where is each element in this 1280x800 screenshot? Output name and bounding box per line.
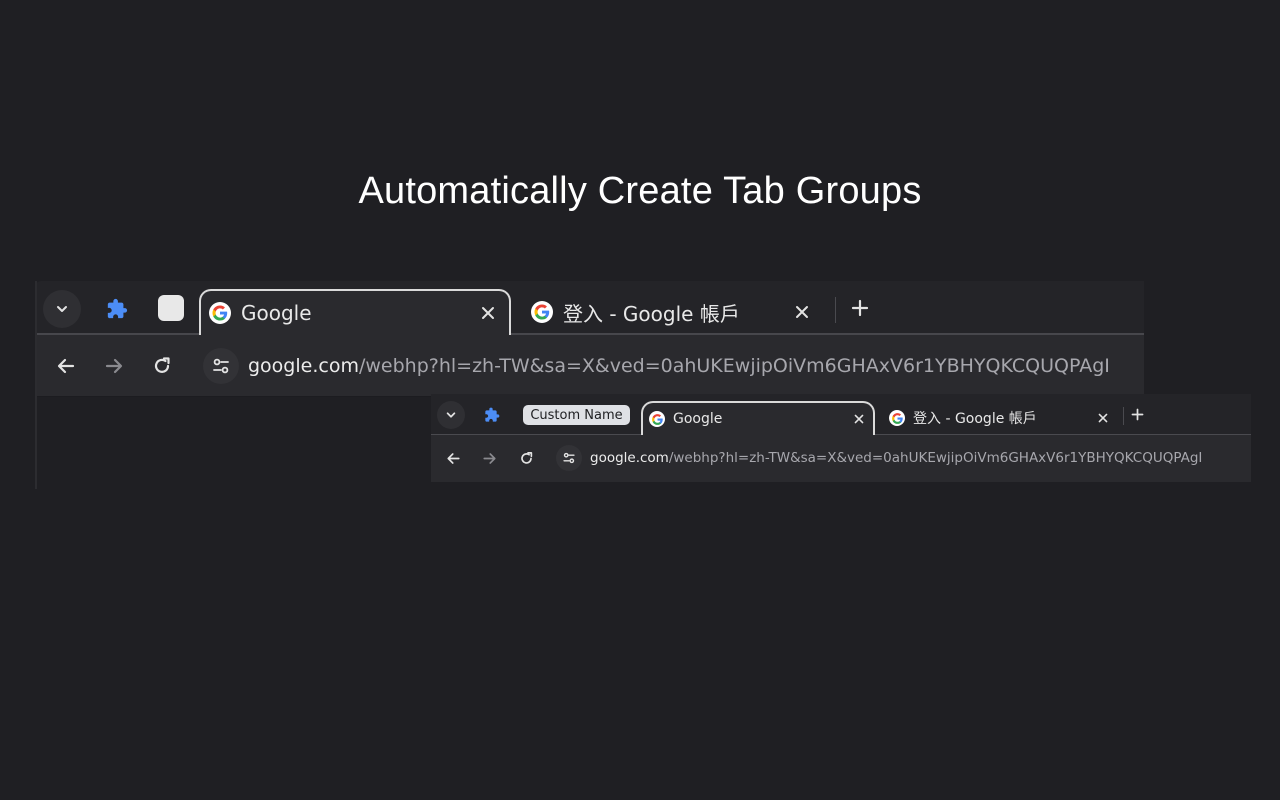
tab-title: Google	[673, 411, 723, 427]
puzzle-piece-icon	[485, 407, 500, 422]
chevron-down-icon	[446, 412, 456, 418]
tab-google[interactable]: Google	[199, 289, 511, 335]
browser-window-after: Custom Name Google 登入 - Google 帳戶 google…	[431, 394, 1251, 482]
reload-icon	[154, 357, 170, 373]
tune-icon	[213, 358, 229, 374]
arrow-right-icon	[482, 452, 496, 464]
back-button[interactable]	[441, 446, 465, 470]
address-bar[interactable]: google.com/webhp?hl=zh-TW&sa=X&ved=0ahUK…	[590, 448, 1240, 468]
google-g-icon	[889, 410, 905, 426]
extensions-button[interactable]	[99, 291, 135, 327]
address-bar[interactable]: google.com/webhp?hl=zh-TW&sa=X&ved=0ahUK…	[248, 352, 1128, 380]
url-host: google.com	[590, 450, 669, 466]
tab-search-button[interactable]	[43, 290, 81, 328]
site-info-button[interactable]	[556, 445, 582, 471]
site-info-button[interactable]	[203, 348, 239, 384]
tab-search-button[interactable]	[437, 401, 465, 429]
tab-title: Google	[241, 301, 312, 325]
reload-button[interactable]	[514, 446, 538, 470]
plus-icon	[1131, 408, 1143, 420]
google-g-icon	[649, 411, 665, 427]
url-host: google.com	[248, 355, 359, 377]
extensions-button[interactable]	[479, 402, 505, 428]
tune-icon	[563, 452, 575, 464]
back-button[interactable]	[49, 349, 83, 383]
tab-title: 登入 - Google 帳戶	[913, 411, 1037, 427]
close-tab-icon[interactable]	[851, 411, 867, 427]
arrow-left-icon	[57, 358, 75, 374]
forward-button[interactable]	[97, 349, 131, 383]
new-tab-button[interactable]	[1125, 402, 1149, 426]
tab-google[interactable]: Google	[641, 401, 875, 435]
arrow-right-icon	[105, 358, 123, 374]
google-g-icon	[531, 301, 553, 323]
chevron-down-icon	[57, 306, 67, 312]
url-path: /webhp?hl=zh-TW&sa=X&ved=0ahUKEwjipOiVm6…	[668, 450, 1203, 466]
tab-group-chip[interactable]	[158, 295, 184, 321]
url-path: /webhp?hl=zh-TW&sa=X&ved=0ahUKEwjipOiVm6…	[358, 355, 1110, 377]
puzzle-piece-icon	[107, 298, 128, 319]
close-tab-icon[interactable]	[791, 301, 813, 323]
google-g-icon	[209, 302, 231, 324]
tab-google-account-signin[interactable]: 登入 - Google 帳戶	[883, 402, 1117, 434]
tab-group-label[interactable]: Custom Name	[523, 405, 630, 425]
arrow-left-icon	[446, 452, 460, 464]
plus-icon	[851, 299, 869, 317]
close-tab-icon[interactable]	[1095, 410, 1111, 426]
reload-icon	[520, 451, 532, 464]
reload-button[interactable]	[145, 349, 179, 383]
new-tab-button[interactable]	[843, 291, 877, 325]
close-tab-icon[interactable]	[477, 302, 499, 324]
tab-google-account-signin[interactable]: 登入 - Google 帳戶	[523, 291, 823, 333]
forward-button[interactable]	[477, 446, 501, 470]
tab-title: 登入 - Google 帳戶	[563, 301, 740, 326]
page-headline: Automatically Create Tab Groups	[358, 170, 922, 212]
